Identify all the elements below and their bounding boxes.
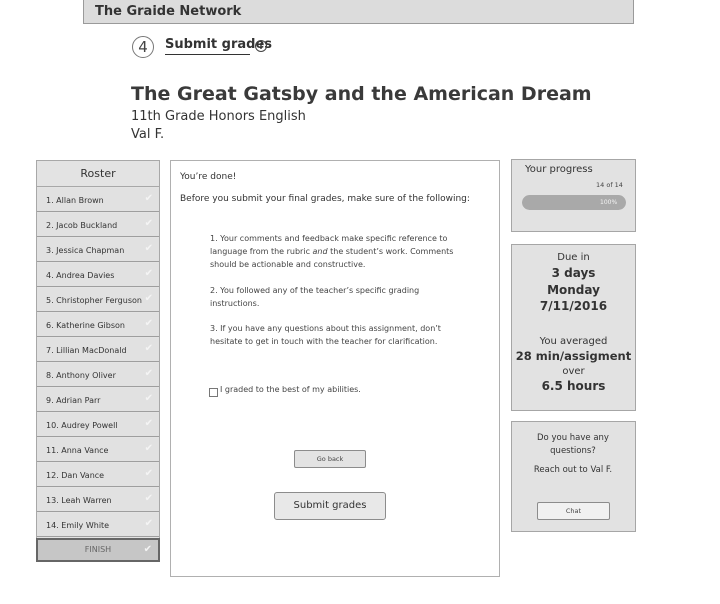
checkmark-icon: ✔: [144, 368, 153, 379]
roster-item[interactable]: 1. Allan Brown ✔: [37, 188, 159, 212]
roster-item[interactable]: 6. Katherine Gibson ✔: [37, 313, 159, 337]
app-title: The Graide Network: [95, 4, 242, 19]
roster-item[interactable]: 12. Dan Vance ✔: [37, 463, 159, 487]
roster-item[interactable]: 11. Anna Vance ✔: [37, 438, 159, 462]
go-back-button[interactable]: Go back: [294, 450, 366, 468]
over-label: over: [562, 366, 585, 377]
due-in-label: Due in: [557, 252, 590, 263]
help-reach: Reach out to Val F.: [533, 465, 613, 475]
roster-item[interactable]: 14. Emily White ✔: [37, 513, 159, 537]
roster-item-label: 10. Audrey Powell: [46, 421, 118, 430]
roster-item[interactable]: 5. Christopher Ferguson ✔: [37, 288, 159, 312]
roster-item-label: 8. Anthony Oliver: [46, 371, 116, 380]
roster-item-label: 3. Jessica Chapman: [46, 246, 125, 255]
roster-item-label: 11. Anna Vance: [46, 446, 109, 455]
student-name: Val F.: [131, 127, 165, 142]
roster-item[interactable]: 4. Andrea Davies ✔: [37, 263, 159, 287]
roster-item[interactable]: 9. Adrian Parr ✔: [37, 388, 159, 412]
app-header: The Graide Network: [83, 0, 634, 24]
due-days: 3 days: [551, 266, 596, 280]
roster-item-label: 5. Christopher Ferguson: [46, 296, 142, 305]
roster-item-label: 4. Andrea Davies: [46, 271, 115, 280]
course-name: 11th Grade Honors English: [131, 109, 306, 124]
checklist-item-2: 2. You followed any of the teacher’s spe…: [210, 286, 420, 308]
help-question: Do you have any questions?: [537, 433, 609, 456]
assignment-title: The Great Gatsby and the American Dream: [131, 83, 592, 105]
checkmark-icon: ✔: [144, 443, 153, 454]
averaged-label: You averaged: [539, 336, 608, 347]
progress-percent: 100%: [600, 199, 618, 206]
roster-item[interactable]: 7. Lillian MacDonald ✔: [37, 338, 159, 362]
roster-item-label: 12. Dan Vance: [46, 471, 105, 480]
step-number: 4: [132, 36, 154, 58]
checkmark-icon: ✔: [144, 293, 153, 304]
finish-label: FINISH: [84, 545, 112, 554]
roster-item-label: 7. Lillian MacDonald: [46, 346, 127, 355]
checkmark-icon: ✔: [143, 544, 152, 555]
checklist-item-1: 1. Your comments and feedback make speci…: [210, 234, 454, 269]
checkmark-icon: ✔: [144, 243, 153, 254]
progress-title: Your progress: [525, 164, 593, 175]
roster-item[interactable]: 10. Audrey Powell ✔: [37, 413, 159, 437]
done-heading: You’re done!: [180, 172, 237, 182]
checkmark-icon: ✔: [144, 393, 153, 404]
checkmark-icon: ✔: [144, 493, 153, 504]
roster-item[interactable]: 8. Anthony Oliver ✔: [37, 363, 159, 387]
checkmark-icon: ✔: [144, 468, 153, 479]
roster-item-label: 6. Katherine Gibson: [46, 321, 125, 330]
checkmark-icon: ✔: [144, 343, 153, 354]
checkmark-icon: ✔: [144, 218, 153, 229]
roster-item-label: 13. Leah Warren: [46, 496, 112, 505]
roster-item[interactable]: 3. Jessica Chapman ✔: [37, 238, 159, 262]
confirm-checkbox-label[interactable]: I graded to the best of my abilities.: [220, 385, 361, 394]
progress-count: 14 of 14: [596, 181, 623, 189]
info-icon[interactable]: i: [255, 40, 267, 52]
checklist-item-3: 3. If you have any questions about this …: [210, 324, 441, 346]
due-weekday: Monday: [547, 283, 600, 297]
roster-item[interactable]: 2. Jacob Buckland ✔: [37, 213, 159, 237]
checkmark-icon: ✔: [144, 268, 153, 279]
confirm-checkbox[interactable]: [209, 388, 218, 397]
checkmark-icon: ✔: [144, 418, 153, 429]
roster-item-label: 9. Adrian Parr: [46, 396, 101, 405]
due-date: 7/11/2016: [539, 299, 608, 313]
roster-item-label: 1. Allan Brown: [46, 196, 104, 205]
roster-item[interactable]: 13. Leah Warren ✔: [37, 488, 159, 512]
instructions-intro: Before you submit your final grades, mak…: [180, 194, 470, 204]
average-time: 28 min/assigment: [515, 349, 632, 363]
submit-grades-button[interactable]: Submit grades: [274, 492, 386, 520]
roster-item-label: 14. Emily White: [46, 521, 110, 530]
checkmark-icon: ✔: [144, 193, 153, 204]
total-hours: 6.5 hours: [541, 379, 606, 393]
roster-item-label: 2. Jacob Buckland: [46, 221, 118, 230]
step-underline: [165, 54, 250, 55]
checkmark-icon: ✔: [144, 518, 153, 529]
finish-button[interactable]: FINISH ✔: [36, 538, 160, 562]
checkmark-icon: ✔: [144, 318, 153, 329]
chat-button[interactable]: Chat: [537, 502, 610, 520]
roster-title: Roster: [36, 160, 160, 187]
